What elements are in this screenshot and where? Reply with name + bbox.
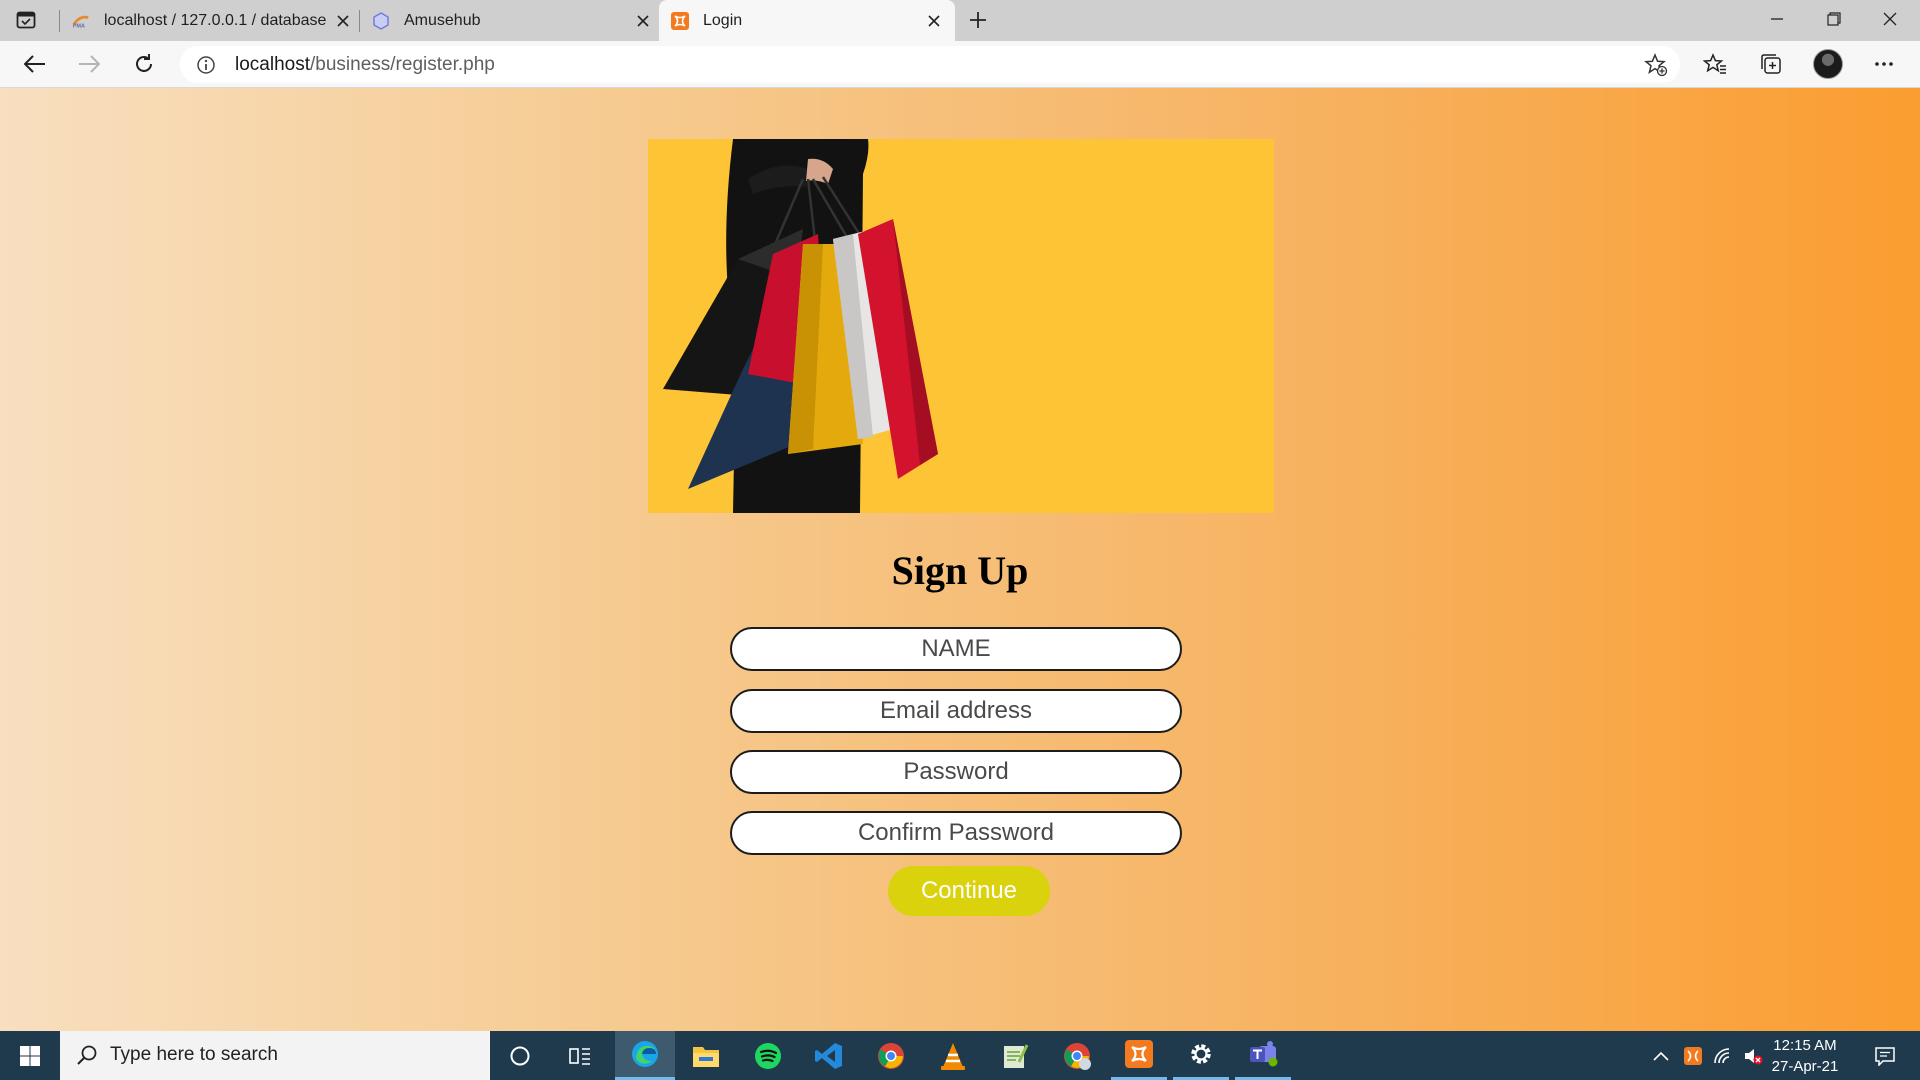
wifi-icon[interactable] xyxy=(1710,1031,1736,1080)
hexagon-icon xyxy=(372,11,390,30)
taskbar: Type here to search 12:15 AM 27-Apr-21 xyxy=(0,1031,1920,1080)
info-icon[interactable] xyxy=(196,55,216,75)
url-text[interactable]: localhost/business/register.php xyxy=(235,54,495,76)
more-options-icon[interactable] xyxy=(1869,50,1899,78)
page-title: Sign Up xyxy=(891,548,1029,593)
notepad-plus-icon[interactable] xyxy=(987,1031,1043,1080)
confirm-password-field[interactable] xyxy=(730,811,1182,855)
page-content: Sign Up Continue xyxy=(0,88,1920,1031)
spotify-icon[interactable] xyxy=(740,1031,796,1080)
search-placeholder: Type here to search xyxy=(110,1044,278,1065)
chrome-icon[interactable] xyxy=(863,1031,919,1080)
windows-start-icon[interactable] xyxy=(0,1031,60,1080)
svg-text:PMA: PMA xyxy=(73,23,85,29)
back-arrow-icon[interactable] xyxy=(20,50,50,78)
password-field[interactable] xyxy=(730,750,1182,794)
taskbar-search-box[interactable]: Type here to search xyxy=(60,1031,490,1080)
tab-title: Login xyxy=(703,11,743,29)
vlc-icon[interactable] xyxy=(925,1031,981,1080)
add-favorite-icon[interactable] xyxy=(1644,53,1668,77)
shopping-bags-banner xyxy=(648,139,1274,513)
forward-arrow-icon[interactable] xyxy=(74,50,104,78)
close-window-icon[interactable] xyxy=(1875,6,1905,32)
clock-date: 27-Apr-21 xyxy=(1771,1058,1839,1075)
chrome-profile-icon[interactable] xyxy=(1049,1031,1105,1080)
tab-actions-icon[interactable] xyxy=(14,9,38,31)
tab-separator xyxy=(359,10,360,32)
file-explorer-icon[interactable] xyxy=(678,1031,734,1080)
xampp-tray-icon[interactable] xyxy=(1680,1031,1706,1080)
search-icon xyxy=(76,1044,98,1066)
xampp-icon[interactable] xyxy=(1111,1031,1167,1080)
phpmyadmin-icon: PMA xyxy=(72,12,90,30)
tab-strip: PMA localhost / 127.0.0.1 / database / A… xyxy=(0,0,1920,41)
tab-title: Amusehub xyxy=(404,11,481,29)
cortana-icon[interactable] xyxy=(492,1031,548,1080)
tab-phpmyadmin[interactable]: PMA localhost / 127.0.0.1 / database / xyxy=(72,0,352,41)
address-bar[interactable]: localhost/business/register.php xyxy=(180,46,1680,83)
profile-avatar[interactable] xyxy=(1813,49,1843,79)
chevron-up-icon[interactable] xyxy=(1648,1031,1674,1080)
navigation-bar: localhost/business/register.php xyxy=(0,41,1920,88)
close-icon[interactable] xyxy=(334,12,352,30)
vscode-icon[interactable] xyxy=(801,1031,857,1080)
tab-login[interactable]: Login xyxy=(659,0,955,41)
new-tab-icon[interactable] xyxy=(964,8,992,32)
url-path: /business/register.php xyxy=(310,54,495,75)
task-view-icon[interactable] xyxy=(552,1031,608,1080)
notifications-icon[interactable] xyxy=(1868,1031,1902,1080)
close-icon[interactable] xyxy=(925,12,943,30)
tab-amusehub[interactable]: Amusehub xyxy=(372,0,652,41)
teams-icon[interactable] xyxy=(1235,1031,1291,1080)
settings-icon[interactable] xyxy=(1173,1031,1229,1080)
xampp-icon xyxy=(671,11,689,30)
email-field[interactable] xyxy=(730,689,1182,733)
clock-time: 12:15 AM xyxy=(1773,1037,1837,1054)
edge-icon[interactable] xyxy=(615,1031,675,1080)
close-icon[interactable] xyxy=(634,12,652,30)
refresh-icon[interactable] xyxy=(129,50,159,78)
system-clock[interactable]: 12:15 AM 27-Apr-21 xyxy=(1760,1035,1850,1077)
minimize-icon[interactable] xyxy=(1762,6,1792,32)
shopping-bags-illustration xyxy=(663,139,938,513)
url-host: localhost xyxy=(235,54,310,75)
tab-separator xyxy=(59,10,60,32)
collections-icon[interactable] xyxy=(1755,50,1785,78)
name-field[interactable] xyxy=(730,627,1182,671)
restore-icon[interactable] xyxy=(1819,6,1849,32)
continue-button[interactable]: Continue xyxy=(888,866,1050,916)
favorites-icon[interactable] xyxy=(1700,50,1730,78)
tab-title: localhost / 127.0.0.1 / database / xyxy=(104,11,326,29)
